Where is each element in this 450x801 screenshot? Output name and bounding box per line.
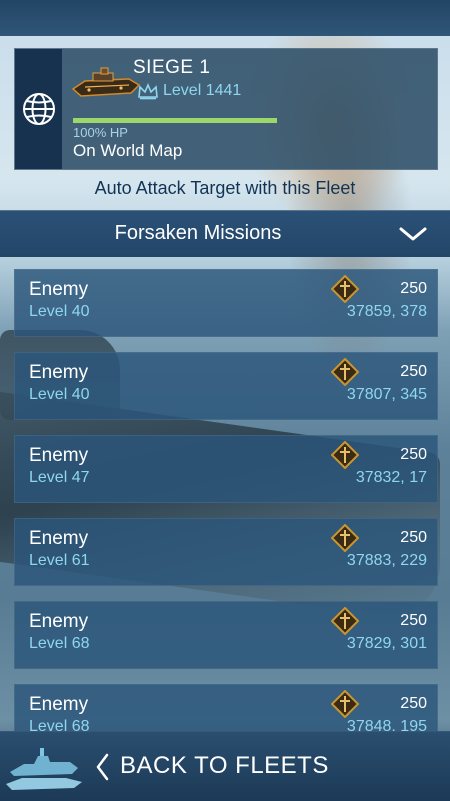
forsaken-emblem-icon (331, 690, 359, 718)
missions-dropdown-header[interactable]: Forsaken Missions (0, 210, 450, 257)
mission-name: Enemy (29, 694, 89, 715)
mission-coordinates: 37859, 378 (346, 303, 427, 320)
fleet-location: On World Map (73, 141, 183, 160)
fleet-card[interactable]: SIEGE 1 Level 1441 100% HP On World Map (14, 48, 438, 170)
mission-level: Level 47 (29, 469, 90, 486)
hp-bar (73, 118, 277, 123)
mission-name: Enemy (29, 362, 89, 383)
mission-name: Enemy (29, 611, 89, 632)
forsaken-emblem-icon (331, 358, 359, 386)
mission-power: 250 (400, 446, 427, 463)
fleet-logo-icon (6, 748, 82, 790)
back-to-fleets-button[interactable]: BACK TO FLEETS (120, 752, 329, 780)
mission-item[interactable]: Enemy Level 47 250 37832, 17 (14, 435, 438, 503)
mission-power: 250 (400, 612, 427, 629)
forsaken-emblem-icon (331, 275, 359, 303)
mission-item[interactable]: Enemy Level 40 250 37807, 345 (14, 352, 438, 420)
hp-bar-fill (73, 118, 277, 123)
fleet-name: SIEGE 1 (133, 57, 211, 78)
mission-level: Level 40 (29, 303, 90, 320)
chevron-down-icon[interactable] (398, 225, 428, 243)
fleet-level: Level 1441 (163, 82, 242, 99)
mission-name: Enemy (29, 445, 89, 466)
globe-icon (22, 93, 55, 125)
mission-power: 250 (400, 695, 427, 712)
hp-text: 100% HP (73, 125, 128, 140)
mission-coordinates: 37807, 345 (346, 386, 427, 403)
mission-power: 250 (400, 280, 427, 297)
chevron-left-icon[interactable] (94, 752, 110, 782)
mission-coordinates: 37832, 17 (355, 469, 427, 486)
mission-coordinates: 37883, 229 (346, 552, 427, 569)
mission-level: Level 68 (29, 635, 90, 652)
mission-item[interactable]: Enemy Level 68 250 37829, 301 (14, 601, 438, 669)
mission-name: Enemy (29, 528, 89, 549)
mission-level: Level 61 (29, 552, 90, 569)
forsaken-emblem-icon (331, 607, 359, 635)
forsaken-emblem-icon (331, 441, 359, 469)
bottom-bar: BACK TO FLEETS (0, 731, 450, 801)
battleship-icon (71, 67, 141, 97)
forsaken-emblem-icon (331, 524, 359, 552)
world-map-button[interactable] (15, 49, 62, 169)
mission-item[interactable]: Enemy Level 40 250 37859, 378 (14, 269, 438, 337)
crown-icon (138, 82, 158, 100)
top-bar (0, 0, 450, 36)
mission-name: Enemy (29, 279, 89, 300)
mission-level: Level 40 (29, 386, 90, 403)
auto-attack-label[interactable]: Auto Attack Target with this Fleet (0, 178, 450, 199)
mission-list: Enemy Level 40 250 37859, 378 Enemy Leve… (14, 269, 438, 767)
mission-item[interactable]: Enemy Level 61 250 37883, 229 (14, 518, 438, 586)
mission-power: 250 (400, 529, 427, 546)
mission-power: 250 (400, 363, 427, 380)
mission-coordinates: 37829, 301 (346, 635, 427, 652)
missions-title: Forsaken Missions (114, 222, 282, 244)
